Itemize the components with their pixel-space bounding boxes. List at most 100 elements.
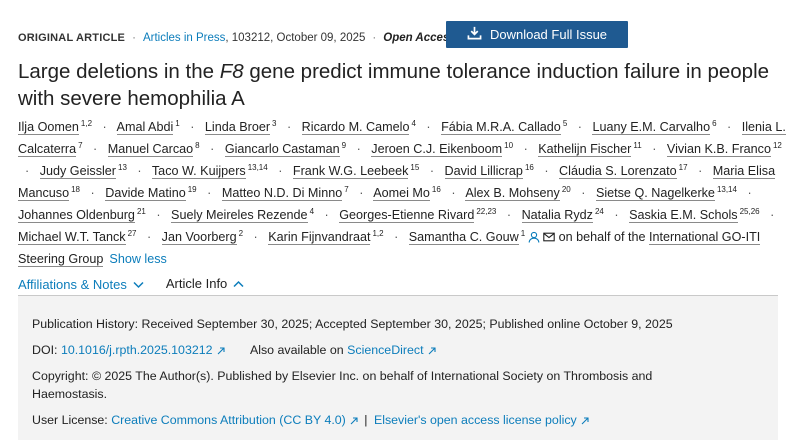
- author-affiliation-ref[interactable]: 13,14: [717, 185, 737, 194]
- tab-affiliations-notes[interactable]: Affiliations & Notes: [18, 272, 144, 296]
- author-affiliation-ref[interactable]: 17: [679, 163, 688, 172]
- cc-by-license-link[interactable]: Creative Commons Attribution (CC BY 4.0): [111, 413, 358, 427]
- author-affiliation-ref[interactable]: 6: [712, 119, 716, 128]
- external-link-icon: [581, 417, 589, 425]
- author-name-link[interactable]: Amal Abdi: [116, 120, 174, 135]
- author-affiliation-ref[interactable]: 27: [128, 229, 137, 238]
- author-affiliation-ref[interactable]: 15: [410, 163, 419, 172]
- author-affiliation-ref[interactable]: 10: [504, 141, 513, 150]
- author-name-link[interactable]: Linda Broer: [204, 120, 271, 135]
- author-separator: ·: [137, 164, 142, 178]
- author-affiliation-ref[interactable]: 1: [521, 229, 525, 238]
- separator-dot: ·: [372, 32, 377, 44]
- separator-dot: ·: [132, 32, 136, 44]
- author-affiliation-ref[interactable]: 20: [562, 185, 571, 194]
- author-item: Georges-Etienne Rivard 22,23: [339, 207, 496, 223]
- author-affiliation-ref[interactable]: 21: [137, 207, 146, 216]
- author-name-link[interactable]: Ricardo M. Camelo: [301, 120, 410, 135]
- author-name-link[interactable]: Georges-Etienne Rivard: [339, 208, 475, 223]
- author-affiliation-ref[interactable]: 9: [342, 141, 346, 150]
- author-separator: ·: [698, 164, 703, 178]
- author-name-link[interactable]: Michael W.T. Tanck: [18, 230, 126, 245]
- sciencedirect-label: ScienceDirect: [347, 343, 424, 357]
- author-affiliation-ref[interactable]: 7: [78, 141, 82, 150]
- author-item: Frank W.G. Leebeek 15: [292, 163, 419, 179]
- author-name-link[interactable]: Cláudia S. Lorenzato: [559, 164, 677, 179]
- author-affiliation-ref[interactable]: 12: [773, 141, 782, 150]
- author-name-link[interactable]: Jeroen C.J. Eikenboom: [371, 142, 503, 157]
- person-icon[interactable]: [528, 231, 540, 243]
- author-separator: ·: [581, 186, 586, 200]
- author-name-link[interactable]: Karin Fijnvandraat: [268, 230, 371, 245]
- download-full-issue-button[interactable]: Download Full Issue: [446, 21, 628, 48]
- author-affiliation-ref[interactable]: 11: [633, 141, 641, 150]
- author-item: Saskia E.M. Schols 25,26: [629, 207, 760, 223]
- author-name-link[interactable]: Johannes Oldenburg: [18, 208, 135, 223]
- envelope-icon[interactable]: [543, 231, 555, 243]
- author-affiliation-ref[interactable]: 22,23: [476, 207, 496, 216]
- author-name-link[interactable]: Samantha C. Gouw: [408, 230, 519, 245]
- author-separator: ·: [652, 142, 657, 156]
- author-item: Suely Meireles Rezende 4: [171, 207, 314, 223]
- author-name-link[interactable]: Suely Meireles Rezende: [171, 208, 308, 223]
- author-affiliation-ref[interactable]: 7: [344, 185, 348, 194]
- author-affiliation-ref[interactable]: 24: [595, 207, 604, 216]
- author-separator: ·: [253, 230, 258, 244]
- author-name-link[interactable]: Frank W.G. Leebeek: [292, 164, 409, 179]
- author-affiliation-ref[interactable]: 3: [272, 119, 276, 128]
- show-less-link[interactable]: Show less: [109, 252, 166, 266]
- external-link-icon: [350, 417, 358, 425]
- download-full-issue-label: Download Full Issue: [489, 27, 608, 42]
- author-separator: ·: [90, 186, 95, 200]
- chevron-up-icon: [233, 276, 244, 291]
- author-name-link[interactable]: Sietse Q. Nagelkerke: [595, 186, 715, 201]
- author-name-link[interactable]: Matteo N.D. Di Minno: [221, 186, 343, 201]
- article-title: Large deletions in the F8 gene predict i…: [18, 58, 788, 112]
- author-name-link[interactable]: Jan Voorberg: [161, 230, 237, 245]
- author-affiliation-ref[interactable]: 19: [188, 185, 197, 194]
- author-name-link[interactable]: Taco W. Kuijpers: [151, 164, 246, 179]
- author-name-link[interactable]: Giancarlo Castaman: [224, 142, 340, 157]
- author-affiliation-ref[interactable]: 16: [432, 185, 441, 194]
- sciencedirect-link[interactable]: ScienceDirect: [347, 343, 436, 357]
- author-name-link[interactable]: Ilja Oomen: [18, 120, 79, 135]
- author-name-link[interactable]: Fábia M.R.A. Callado: [441, 120, 561, 135]
- author-affiliation-ref[interactable]: 8: [195, 141, 199, 150]
- author-affiliation-ref[interactable]: 13,14: [248, 163, 268, 172]
- author-affiliation-ref[interactable]: 1,2: [81, 119, 92, 128]
- author-affiliation-ref[interactable]: 1,2: [372, 229, 383, 238]
- author-name-link[interactable]: Alex B. Mohseny: [465, 186, 560, 201]
- author-name-link[interactable]: Manuel Carcao: [107, 142, 194, 157]
- author-name-link[interactable]: Vivian K.B. Franco: [666, 142, 771, 157]
- author-affiliation-ref[interactable]: 4: [411, 119, 415, 128]
- author-name-link[interactable]: Natalia Rydz: [521, 208, 593, 223]
- chevron-down-icon: [133, 277, 144, 292]
- tab-article-info[interactable]: Article Info: [165, 271, 245, 297]
- author-separator: ·: [278, 164, 283, 178]
- author-separator: ·: [747, 186, 752, 200]
- author-affiliation-ref[interactable]: 2: [239, 229, 243, 238]
- author-name-link[interactable]: Kathelijn Fischer: [538, 142, 632, 157]
- doi-link[interactable]: 10.1016/j.rpth.2025.103212: [61, 343, 225, 357]
- author-affiliation-ref[interactable]: 1: [175, 119, 179, 128]
- author-name-link[interactable]: Luany E.M. Carvalho: [592, 120, 711, 135]
- author-list: Ilja Oomen 1,2 · Amal Abdi 1 · Linda Broer…: [18, 116, 793, 270]
- author-affiliation-ref[interactable]: 4: [310, 207, 314, 216]
- author-affiliation-ref[interactable]: 18: [71, 185, 80, 194]
- author-affiliation-ref[interactable]: 25,26: [740, 207, 760, 216]
- articles-in-press-link[interactable]: Articles in Press: [143, 32, 225, 44]
- author-item: Fábia M.R.A. Callado 5: [441, 119, 567, 135]
- author-name-link[interactable]: Saskia E.M. Schols: [629, 208, 738, 223]
- article-meta: ORIGINAL ARTICLE · Articles in Press , 1…: [18, 30, 456, 46]
- author-affiliation-ref[interactable]: 5: [563, 119, 567, 128]
- open-access-policy-link[interactable]: Elsevier's open access license policy: [374, 413, 589, 427]
- author-name-link[interactable]: Davide Matino: [105, 186, 186, 201]
- author-name-link[interactable]: Judy Geissler: [39, 164, 116, 179]
- article-info-text: , 103212, October 09, 2025: [225, 32, 366, 44]
- author-affiliation-ref[interactable]: 13: [118, 163, 127, 172]
- author-name-link[interactable]: David Lillicrap: [444, 164, 523, 179]
- author-item: Cláudia S. Lorenzato 17: [559, 163, 688, 179]
- author-separator: ·: [614, 208, 619, 222]
- author-affiliation-ref[interactable]: 16: [525, 163, 534, 172]
- author-name-link[interactable]: Aomei Mo: [373, 186, 430, 201]
